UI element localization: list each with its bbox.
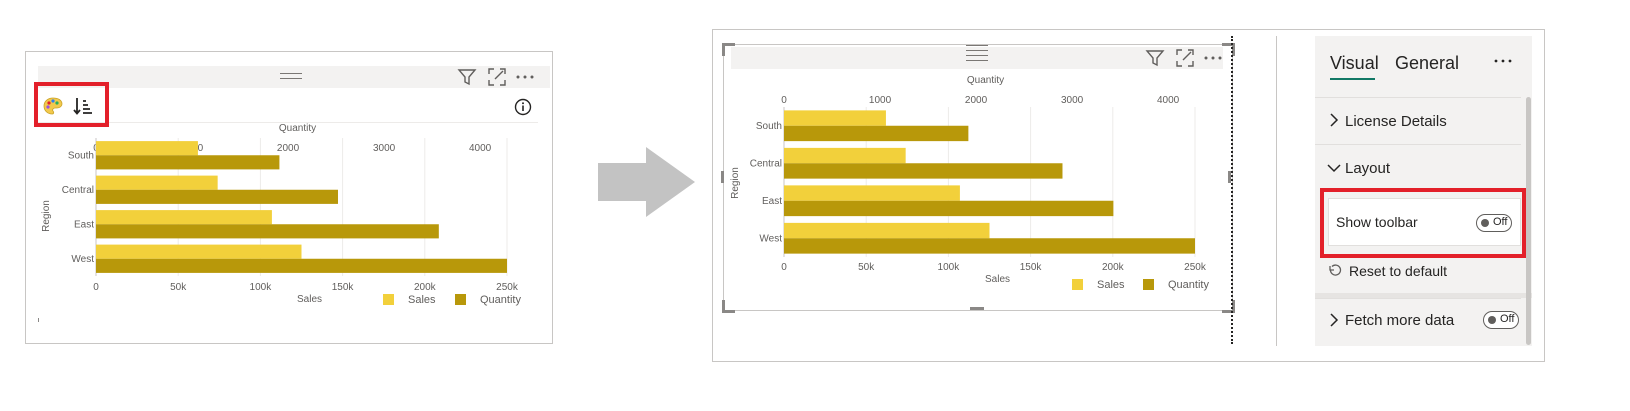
category-label: East <box>762 196 782 207</box>
bar-sales <box>784 147 906 164</box>
show-toolbar-row[interactable]: Show toolbar Off <box>1328 198 1521 246</box>
tab-general[interactable]: General <box>1395 53 1459 74</box>
legend-label: Quantity <box>1168 279 1209 291</box>
bar-sales <box>784 185 960 201</box>
x-bottom-tick-label: 150k <box>1020 262 1043 273</box>
toggle-knob <box>1488 316 1496 324</box>
tab-visual[interactable]: Visual <box>1330 53 1379 74</box>
more-options-icon[interactable] <box>1492 53 1514 69</box>
x-top-tick-label: 1000 <box>869 95 892 106</box>
section-layout[interactable]: Layout <box>1315 145 1521 191</box>
toggle-state-label: Off <box>1500 313 1515 325</box>
section-label: Fetch more data <box>1345 312 1455 329</box>
section-fetch-more-data[interactable]: Fetch more data Off <box>1315 299 1521 346</box>
x-bottom-tick-label: 250k <box>1184 262 1207 273</box>
legend-label: Sales <box>1097 279 1125 291</box>
reset-to-default-link[interactable]: Reset to default <box>1349 263 1447 279</box>
category-label: West <box>759 233 782 244</box>
active-tab-underline <box>1330 78 1375 80</box>
chevron-right-icon <box>1327 113 1341 127</box>
bar-quantity <box>784 125 969 142</box>
category-label: Central <box>750 158 782 169</box>
category-label: South <box>756 121 782 132</box>
x-bottom-tick-label: 200k <box>1102 262 1125 273</box>
section-label: Layout <box>1345 160 1391 177</box>
x-bottom-tick-label: 0 <box>781 262 787 273</box>
toggle-knob <box>1481 219 1489 227</box>
x-bottom-tick-label: 50k <box>858 262 875 273</box>
y-axis-title: Region <box>730 167 741 199</box>
bar-sales <box>784 222 990 239</box>
x-bottom-tick-label: 100k <box>938 262 961 273</box>
chevron-down-icon <box>1327 161 1341 175</box>
section-license-details[interactable]: License Details <box>1315 98 1521 144</box>
x-bottom-axis-title: Sales <box>985 274 1010 285</box>
section-label: License Details <box>1345 113 1447 130</box>
format-pane: Visual General License Details Layout Sh… <box>1315 36 1532 346</box>
chevron-right-icon <box>1327 313 1341 327</box>
x-top-axis-title: Quantity <box>967 75 1004 86</box>
pane-scrollbar[interactable] <box>1526 97 1531 345</box>
legend-swatch-quantity <box>1143 279 1154 290</box>
bar-quantity <box>784 200 1114 217</box>
bar-sales <box>784 110 886 126</box>
bar-quantity <box>784 163 1063 179</box>
reset-row[interactable]: Reset to default <box>1315 258 1521 293</box>
fetch-more-data-toggle[interactable]: Off <box>1483 311 1519 329</box>
x-top-tick-label: 3000 <box>1061 95 1084 106</box>
x-top-tick-label: 4000 <box>1157 95 1180 106</box>
legend-swatch-sales <box>1072 279 1083 290</box>
x-top-tick-label: 2000 <box>965 95 988 106</box>
toggle-state-label: Off <box>1493 216 1508 228</box>
reset-icon <box>1327 263 1342 278</box>
show-toolbar-label: Show toolbar <box>1336 214 1418 230</box>
bar-quantity <box>784 238 1195 254</box>
x-top-tick-label: 0 <box>781 95 787 106</box>
show-toolbar-toggle[interactable]: Off <box>1476 214 1512 232</box>
